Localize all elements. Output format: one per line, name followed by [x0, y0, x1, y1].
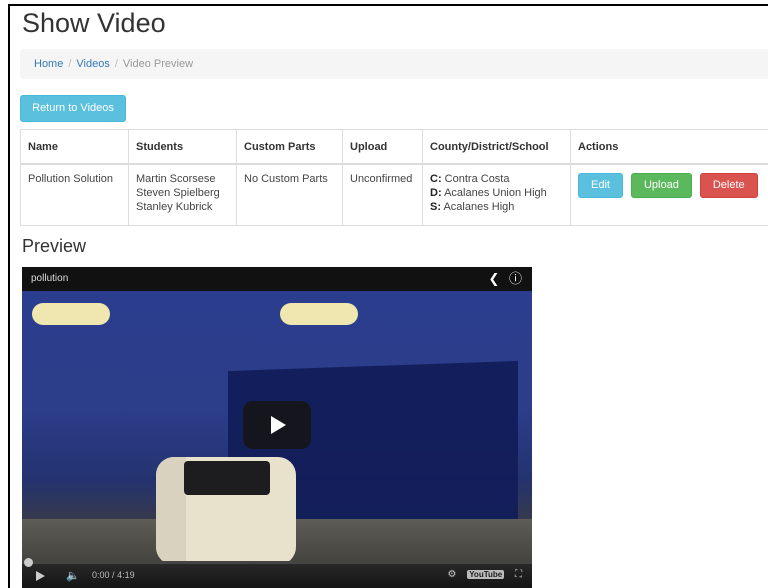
- breadcrumb: Home / Videos / Video Preview: [20, 49, 768, 79]
- play-icon[interactable]: [36, 571, 45, 581]
- progress-handle[interactable]: [24, 558, 33, 567]
- table-row: Pollution Solution Martin Scorsese Steve…: [20, 163, 768, 226]
- progress-bar[interactable]: [22, 558, 532, 567]
- video-table: Name Students Custom Parts Upload County…: [20, 129, 768, 226]
- breadcrumb-videos-link[interactable]: Videos: [76, 58, 109, 70]
- cell-name: Pollution Solution: [20, 163, 129, 226]
- header-county-district-school: County/District/School: [422, 129, 571, 165]
- breadcrumb-home-link[interactable]: Home: [34, 58, 63, 70]
- volume-icon[interactable]: 🔈: [66, 569, 80, 582]
- header-custom-parts: Custom Parts: [236, 129, 343, 165]
- settings-icon[interactable]: ⚙: [447, 569, 456, 580]
- cell-actions: Edit Upload Delete: [570, 163, 768, 226]
- breadcrumb-current: Video Preview: [122, 58, 194, 70]
- student-name: Steven Spielberg: [136, 186, 220, 199]
- cell-county-district-school: C: Contra Costa D: Acalanes Union High S…: [422, 163, 571, 226]
- play-button[interactable]: [243, 401, 311, 449]
- info-icon[interactable]: ⓘ: [509, 271, 522, 286]
- student-name: Martin Scorsese: [136, 172, 216, 185]
- video-title[interactable]: pollution: [31, 273, 68, 284]
- video-player[interactable]: pollution ❮ ⓘ 🔈 0:00 / 4:19 ⚙ YouTube ⛶: [22, 267, 532, 588]
- page-frame: Show Video Home / Videos / Video Preview Ret…: [8, 4, 768, 588]
- preview-heading: Preview: [22, 236, 87, 256]
- time-display: 0:00 / 4:19: [92, 570, 135, 580]
- table-header-row: Name Students Custom Parts Upload County…: [20, 129, 768, 165]
- player-controls: 🔈 0:00 / 4:19 ⚙ YouTube ⛶: [22, 558, 532, 588]
- cell-custom-parts: No Custom Parts: [236, 163, 343, 226]
- cloud-right: [280, 303, 358, 325]
- header-actions: Actions: [570, 129, 768, 165]
- delete-button[interactable]: Delete: [699, 172, 758, 198]
- cloud-left: [32, 303, 110, 325]
- youtube-logo[interactable]: YouTube: [467, 570, 505, 579]
- fullscreen-icon[interactable]: ⛶: [515, 569, 522, 580]
- play-icon: [271, 416, 286, 434]
- cell-students: Martin Scorsese Steven Spielberg Stanley…: [128, 163, 237, 226]
- robot-model: [156, 457, 296, 565]
- header-name: Name: [20, 129, 129, 165]
- school-value: Acalanes High: [443, 200, 515, 213]
- header-students: Students: [128, 129, 237, 165]
- student-name: Stanley Kubrick: [136, 200, 213, 213]
- county-value: Contra Costa: [444, 172, 510, 185]
- cell-upload-status: Unconfirmed: [342, 163, 423, 226]
- edit-button[interactable]: Edit: [578, 172, 623, 198]
- header-upload: Upload: [342, 129, 423, 165]
- upload-button[interactable]: Upload: [630, 172, 692, 198]
- return-to-videos-button[interactable]: Return to Videos: [20, 95, 126, 122]
- player-title-bar: pollution ❮ ⓘ: [22, 267, 532, 291]
- page-title: Show Video: [22, 8, 166, 38]
- share-icon[interactable]: ❮: [488, 271, 499, 286]
- district-value: Acalanes Union High: [444, 186, 547, 199]
